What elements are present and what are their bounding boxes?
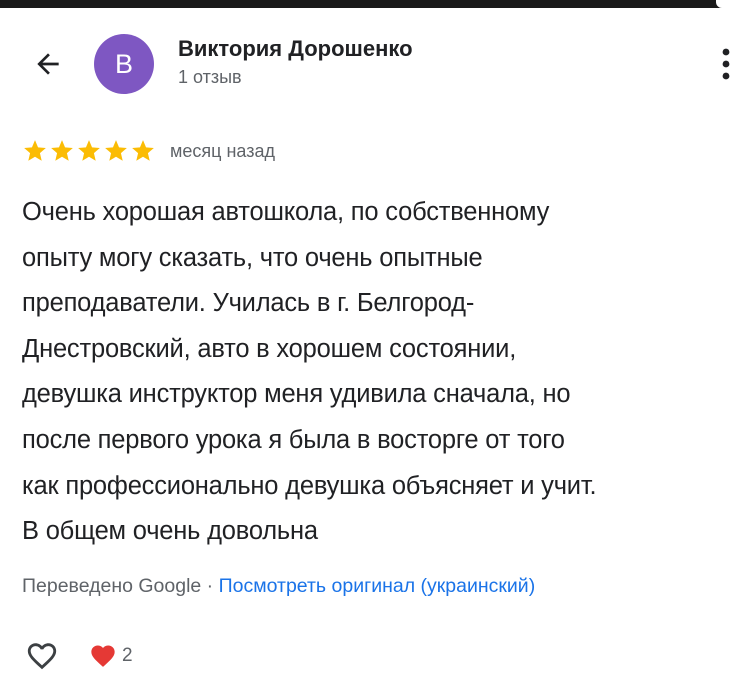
avatar[interactable]: В: [94, 34, 154, 94]
translated-by-label: Переведено Google: [22, 575, 202, 597]
review-date: месяц назад: [170, 140, 275, 161]
review-text-line: Очень хорошая автошкола, по собственному: [22, 198, 550, 226]
review-text-line: Днестровский, авто в хорошем состоянии,: [22, 334, 517, 363]
star-icon: [24, 140, 46, 161]
heart-filled-icon: [91, 645, 115, 667]
avatar-letter: В: [114, 48, 133, 79]
review-header: В Виктория Дорошенко 1 отзыв: [0, 26, 756, 106]
review-text-line: В общем очень довольна: [22, 517, 318, 546]
review-text-line: опыту могу сказать, что очень опытные: [22, 243, 483, 272]
view-original-link[interactable]: Посмотреть оригинал (украинский): [219, 575, 536, 597]
translation-separator: ·: [201, 575, 219, 597]
more-vert-icon: [722, 48, 730, 80]
review-text-line: после первого урока я была в восторге от…: [22, 425, 565, 454]
rating-row: месяц назад: [22, 136, 275, 166]
reaction-count: 2: [122, 645, 133, 666]
review-text-line: девушка инструктор меня удивила сначала,…: [22, 380, 571, 409]
star-icon: [105, 140, 127, 161]
author-name[interactable]: Виктория Дорошенко: [178, 36, 413, 62]
star-icon: [132, 140, 154, 161]
review-text: Очень хорошая автошкола, по собственному…: [22, 190, 744, 555]
reactions-summary[interactable]: 2: [88, 642, 133, 670]
review-actions: 2: [22, 636, 133, 676]
star-icon: [51, 140, 73, 161]
star-rating: [22, 138, 156, 164]
review-text-line: как профессионально девушка объясняет и …: [22, 471, 597, 500]
more-options-button[interactable]: [706, 42, 746, 86]
translation-note: Переведено Google · Посмотреть оригинал …: [22, 575, 535, 598]
like-button[interactable]: [22, 636, 62, 676]
arrow-back-icon: [37, 53, 59, 75]
status-bar-edge: [0, 0, 756, 8]
back-button[interactable]: [28, 44, 68, 84]
star-icon: [78, 140, 100, 161]
review-text-line: преподаватели. Училась в г. Белгород-: [22, 289, 475, 318]
author-review-count: 1 отзыв: [178, 67, 242, 87]
heart-outline-icon: [27, 643, 57, 670]
